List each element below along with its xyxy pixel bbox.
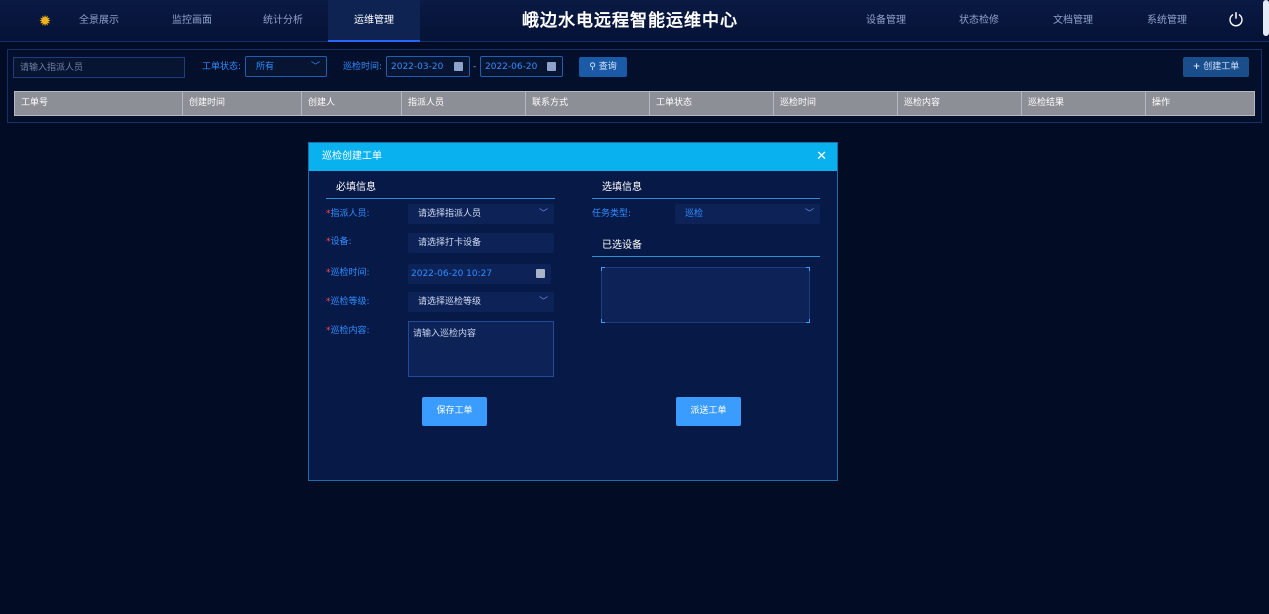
nav-operations[interactable]: 运维管理 [328, 0, 420, 42]
level-label: *巡检等级: [326, 297, 370, 307]
assignee-select[interactable]: 请选择指派人员 ﹀ [408, 204, 554, 224]
chevron-down-icon: ﹀ [310, 62, 320, 72]
calendar-icon [454, 62, 463, 71]
create-order-button[interactable]: + 创建工单 [1183, 57, 1249, 77]
device-label: *设备: [326, 237, 352, 247]
time-label: 巡检时间: [343, 62, 383, 72]
nav-system[interactable]: 系统管理 [1130, 0, 1204, 42]
corner-mark [601, 319, 605, 323]
nav-maintenance[interactable]: 状态检修 [942, 0, 1016, 42]
send-order-button[interactable]: 派送工单 [676, 397, 741, 426]
selected-devices-title: 已选设备 [592, 239, 820, 257]
nav-panorama[interactable]: 全景展示 [62, 0, 136, 42]
create-order-label: 创建工单 [1203, 62, 1240, 72]
device-select[interactable]: 请选择打卡设备 [408, 233, 554, 253]
chevron-down-icon: ﹀ [538, 209, 548, 219]
column-header[interactable]: 巡检结果 [1022, 92, 1146, 115]
required-section-title: 必填信息 [326, 181, 555, 199]
task-type-label: 任务类型: [592, 209, 632, 219]
column-header[interactable]: 巡检内容 [898, 92, 1022, 115]
dialog-title: 巡检创建工单 [322, 151, 382, 162]
column-header[interactable]: 工单状态 [650, 92, 774, 115]
dialog-header: 巡检创建工单 ✕ [309, 143, 837, 171]
column-header[interactable]: 创建时间 [183, 92, 302, 115]
date-start-value: 2022-03-20 [391, 62, 444, 72]
optional-section-title: 选填信息 [592, 181, 820, 199]
nav-documents[interactable]: 文档管理 [1036, 0, 1110, 42]
query-button[interactable]: ⚲ 查询 [579, 57, 627, 77]
calendar-icon [547, 62, 556, 71]
top-nav-bar: ✹ 全景展示 监控画面 统计分析 运维管理 峨边水电远程智能运维中心 设备管理 … [0, 0, 1269, 42]
level-select[interactable]: 请选择巡检等级 ﹀ [408, 292, 554, 312]
plus-icon: + [1192, 62, 1201, 72]
scrollbar-thumb[interactable] [1263, 0, 1269, 36]
status-select[interactable]: 所有 ﹀ [245, 56, 327, 77]
page-title: 峨边水电远程智能运维中心 [522, 11, 738, 31]
task-type-value: 巡检 [685, 209, 704, 219]
date-separator: - [473, 62, 477, 72]
table-header: 工单号 创建时间 创建人 指派人员 联系方式 工单状态 巡检时间 巡检内容 巡检… [14, 91, 1255, 116]
nav-monitor[interactable]: 监控画面 [155, 0, 229, 42]
corner-mark [806, 319, 810, 323]
column-header[interactable]: 操作 [1146, 92, 1254, 115]
date-end-value: 2022-06-20 [485, 62, 538, 72]
nav-equipment[interactable]: 设备管理 [850, 0, 922, 42]
query-button-label: 查询 [598, 62, 617, 72]
column-header[interactable]: 创建人 [302, 92, 402, 115]
power-icon[interactable]: ⏻ [1225, 10, 1247, 32]
search-icon: ⚲ [589, 62, 596, 72]
inspection-time-picker[interactable]: 2022-06-20 10:27 [408, 264, 551, 284]
content-label: *巡检内容: [326, 326, 370, 336]
chevron-down-icon: ﹀ [538, 297, 548, 307]
corner-mark [601, 267, 605, 271]
corner-mark [806, 267, 810, 271]
task-type-select[interactable]: 巡检 ﹀ [675, 204, 820, 224]
level-select-value: 请选择巡检等级 [418, 297, 482, 307]
assignee-label: *指派人员: [326, 209, 370, 219]
column-header[interactable]: 指派人员 [402, 92, 526, 115]
column-header[interactable]: 联系方式 [526, 92, 650, 115]
close-icon[interactable]: ✕ [816, 143, 827, 171]
selected-devices-box [601, 267, 810, 323]
nav-statistics[interactable]: 统计分析 [246, 0, 320, 42]
status-label: 工单状态: [202, 62, 242, 72]
date-start-picker[interactable]: 2022-03-20 [386, 56, 470, 77]
column-header[interactable]: 工单号 [15, 92, 183, 115]
status-select-value: 所有 [256, 62, 275, 72]
alarm-light-icon: ✹ [38, 12, 52, 30]
date-end-picker[interactable]: 2022-06-20 [480, 56, 563, 77]
calendar-icon [536, 269, 545, 278]
save-order-button[interactable]: 保存工单 [422, 397, 487, 426]
assignee-select-value: 请选择指派人员 [418, 209, 482, 219]
column-header[interactable]: 巡检时间 [774, 92, 898, 115]
content-textarea[interactable]: 请输入巡检内容 [408, 321, 554, 377]
inspection-time-value: 2022-06-20 10:27 [411, 269, 493, 279]
assignee-search-input[interactable]: 请输入指派人员 [13, 57, 185, 78]
time-label: *巡检时间: [326, 268, 370, 278]
chevron-down-icon: ﹀ [804, 209, 814, 219]
